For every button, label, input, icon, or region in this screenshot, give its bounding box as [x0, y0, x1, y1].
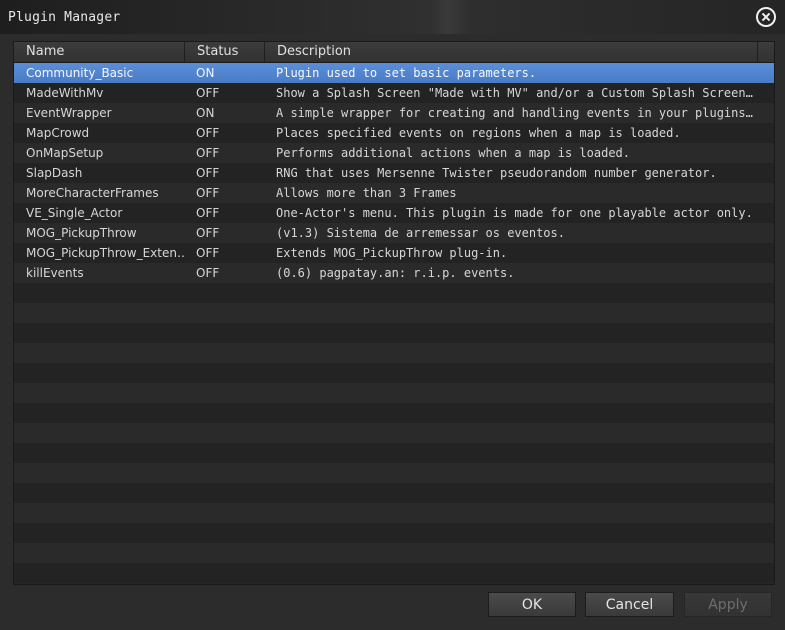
empty-row	[14, 543, 774, 563]
close-icon[interactable]	[756, 7, 776, 27]
table-row[interactable]: Community_Basic ON Plugin used to set basi…	[14, 63, 774, 83]
table-body: Community_Basic ON Plugin used to set basi…	[14, 63, 774, 584]
plugin-status: OFF	[196, 226, 220, 240]
table-row[interactable]: MadeWithMv OFF Show a Splash Screen "Made …	[14, 83, 774, 103]
table-row[interactable]: SlapDash OFF RNG that uses Mersenne Twiste…	[14, 163, 774, 183]
empty-row	[14, 363, 774, 383]
table-row[interactable]: MapCrowd OFF Places specified events on re…	[14, 123, 774, 143]
column-header-description[interactable]: Description	[265, 42, 758, 62]
plugin-status: OFF	[196, 166, 220, 180]
window-title: Plugin Manager	[8, 10, 121, 25]
plugin-status: OFF	[196, 146, 220, 160]
plugin-status: OFF	[196, 126, 220, 140]
plugin-name: EventWrapper	[26, 106, 112, 120]
empty-row	[14, 563, 774, 583]
plugin-table: Name Status Description Community_Basic O…	[13, 41, 775, 585]
plugin-description: Allows more than 3 Frames	[276, 186, 457, 200]
plugin-description: A simple wrapper for creating and handli…	[276, 106, 756, 120]
plugin-name: VE_Single_Actor	[26, 206, 123, 220]
plugin-status: OFF	[196, 186, 220, 200]
plugin-name: SlapDash	[26, 166, 83, 180]
plugin-name: MoreCharacterFrames	[26, 186, 159, 200]
plugin-name: MapCrowd	[26, 126, 90, 140]
plugin-status: ON	[196, 106, 215, 120]
cancel-button[interactable]: Cancel	[585, 592, 674, 617]
plugin-status: ON	[196, 66, 215, 80]
empty-row	[14, 503, 774, 523]
empty-row	[14, 443, 774, 463]
table-header: Name Status Description	[14, 42, 774, 63]
plugin-description: (0.6) pagpatay.an: r.i.p. events.	[276, 266, 515, 280]
plugin-manager-dialog: Plugin Manager Name Status Description C…	[0, 0, 785, 630]
plugin-name: OnMapSetup	[26, 146, 104, 160]
plugin-description: RNG that uses Mersenne Twister pseudoran…	[276, 166, 717, 180]
ok-button[interactable]: OK	[488, 592, 576, 617]
plugin-description: (v1.3) Sistema de arremessar os eventos.	[276, 226, 565, 240]
empty-row	[14, 403, 774, 423]
plugin-description: One-Actor's menu. This plugin is made fo…	[276, 206, 753, 220]
plugin-status: OFF	[196, 86, 220, 100]
plugin-status: OFF	[196, 246, 220, 260]
table-row[interactable]: MoreCharacterFrames OFF Allows more than 3…	[14, 183, 774, 203]
empty-row	[14, 303, 774, 323]
plugin-status: OFF	[196, 206, 220, 220]
column-header-name[interactable]: Name	[14, 42, 185, 62]
table-row[interactable]: EventWrapper ON A simple wrapper for creat…	[14, 103, 774, 123]
plugin-name: Community_Basic	[26, 66, 134, 80]
plugin-status: OFF	[196, 266, 220, 280]
plugin-description: Plugin used to set basic parameters.	[276, 66, 537, 80]
empty-row	[14, 483, 774, 503]
empty-row	[14, 343, 774, 363]
table-row[interactable]: killEvents OFF (0.6) pagpatay.an: r.i.p. e…	[14, 263, 774, 283]
plugin-name: MadeWithMv	[26, 86, 104, 100]
plugin-description: Show a Splash Screen "Made with MV" and/…	[276, 86, 756, 100]
empty-row	[14, 283, 774, 303]
table-row[interactable]: OnMapSetup OFF Performs additional actions…	[14, 143, 774, 163]
plugin-name: MOG_PickupThrow_Exten…	[26, 246, 184, 260]
plugin-description: Extends MOG_PickupThrow plug-in.	[276, 246, 508, 260]
empty-row	[14, 523, 774, 543]
apply-button[interactable]: Apply	[684, 592, 772, 617]
column-header-filler	[758, 42, 774, 62]
table-row[interactable]: MOG_PickupThrow_Exten… OFF Extends MOG_Pic…	[14, 243, 774, 263]
empty-row	[14, 323, 774, 343]
table-row[interactable]: MOG_PickupThrow OFF (v1.3) Sistema de arre…	[14, 223, 774, 243]
empty-row	[14, 463, 774, 483]
plugin-description: Places specified events on regions when …	[276, 126, 681, 140]
empty-row	[14, 383, 774, 403]
plugin-description: Performs additional actions when a map i…	[276, 146, 631, 160]
plugin-name: killEvents	[26, 266, 84, 280]
table-row[interactable]: VE_Single_Actor OFF One-Actor's menu. This…	[14, 203, 774, 223]
column-header-status[interactable]: Status	[185, 42, 265, 62]
title-bar: Plugin Manager	[0, 0, 785, 34]
empty-row	[14, 423, 774, 443]
plugin-name: MOG_PickupThrow	[26, 226, 137, 240]
